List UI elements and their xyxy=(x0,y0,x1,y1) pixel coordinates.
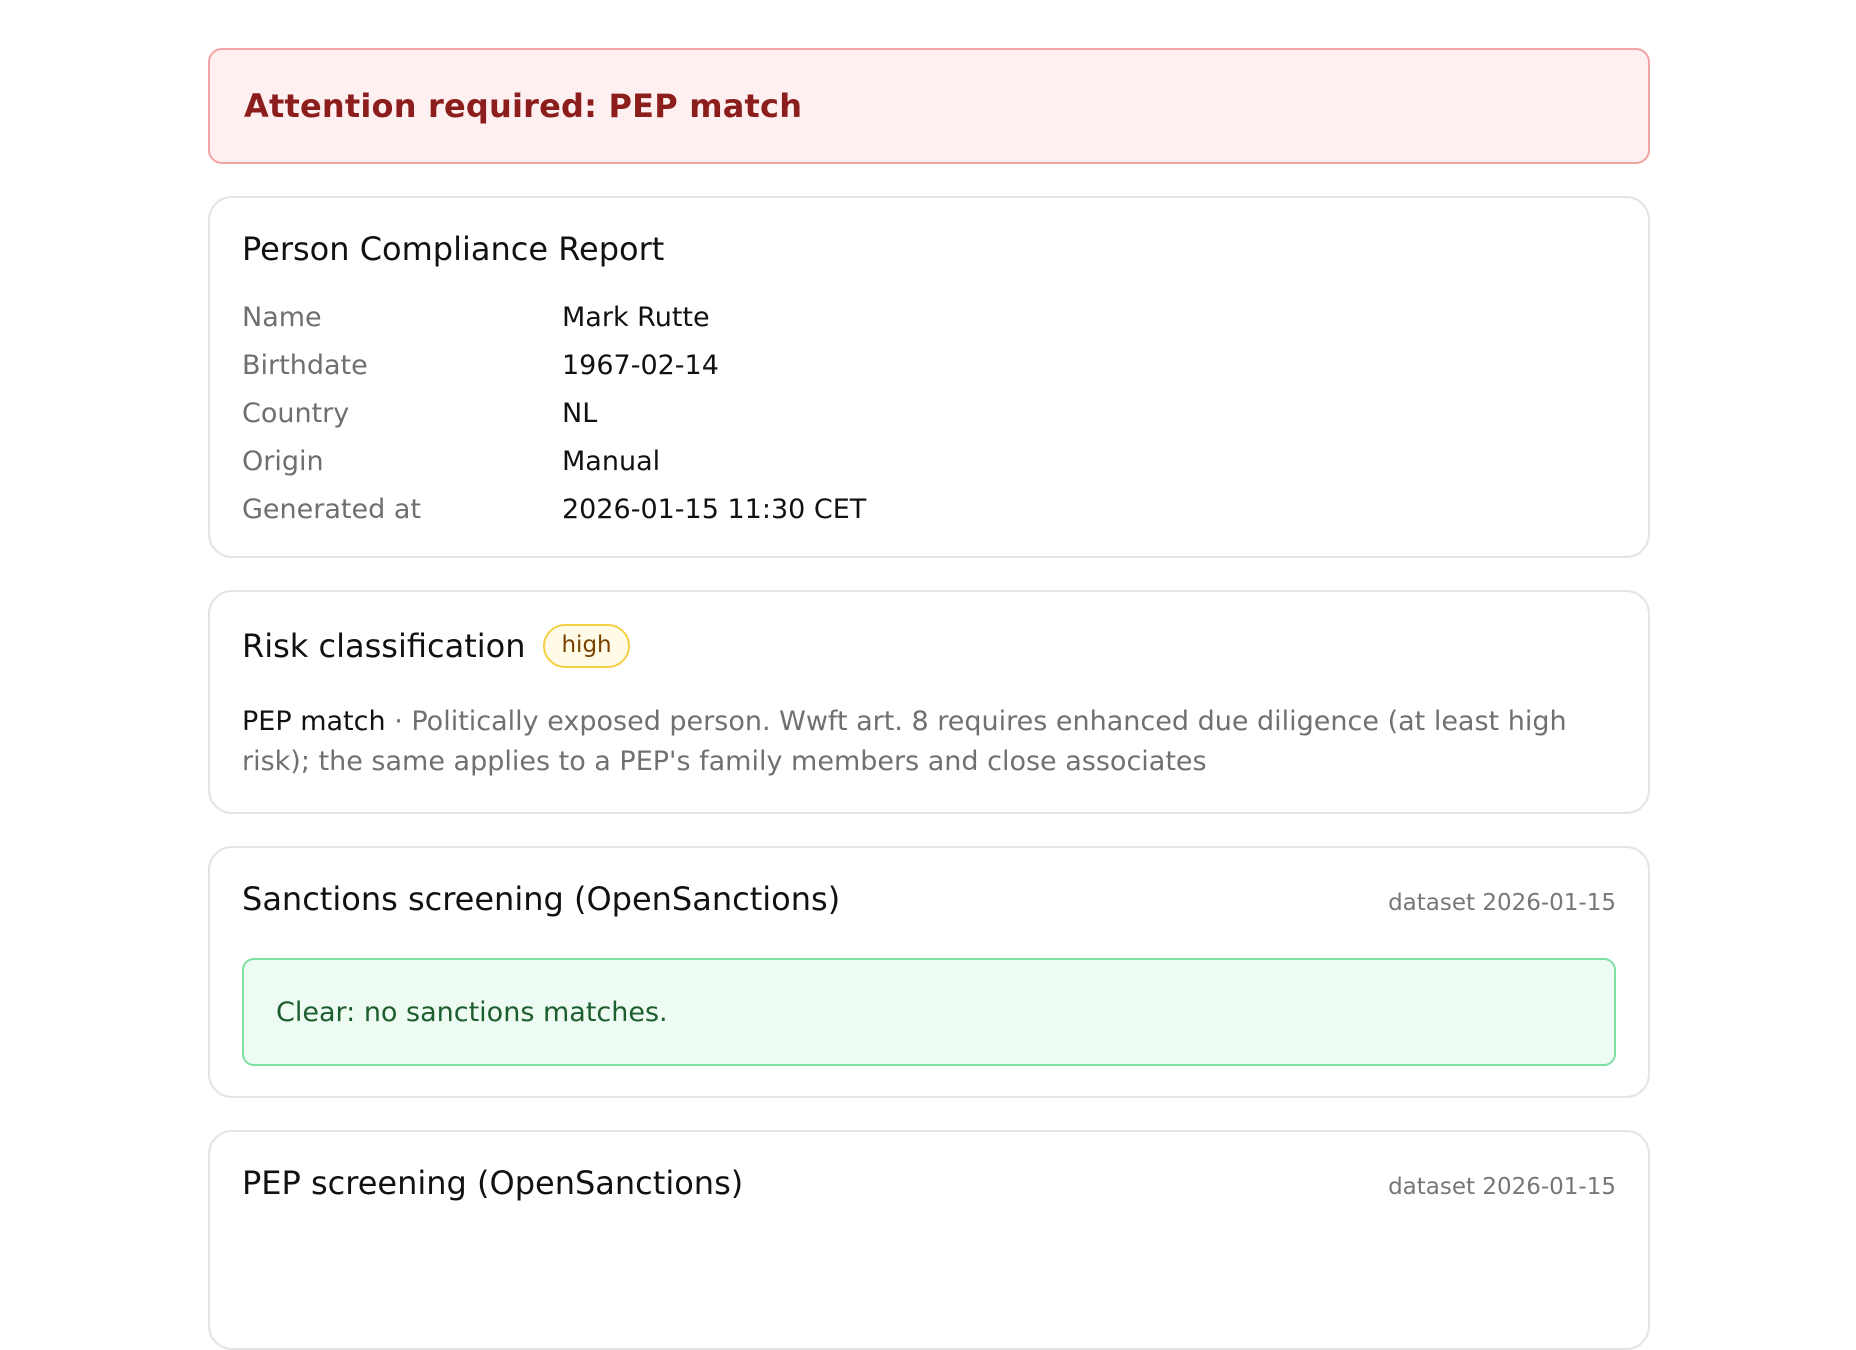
detail-value-name: Mark Rutte xyxy=(562,302,710,333)
detail-label-generated-at: Generated at xyxy=(242,494,421,525)
pep-dataset-date: dataset 2026-01-15 xyxy=(1388,1174,1616,1200)
detail-label-name: Name xyxy=(242,302,322,333)
pep-title: PEP screening (OpenSanctions) xyxy=(242,1164,744,1202)
risk-reason-label: PEP match xyxy=(242,706,386,737)
sanctions-screening-card: Sanctions screening (OpenSanctions) data… xyxy=(208,846,1650,1098)
risk-classification-card: Risk classification high PEP match · Pol… xyxy=(208,590,1650,814)
detail-value-origin: Manual xyxy=(562,446,661,477)
risk-title: Risk classification xyxy=(242,627,526,665)
risk-separator: · xyxy=(385,706,412,737)
report-details-card: Person Compliance Report Name Mark Rutte… xyxy=(208,196,1650,558)
report-title: Person Compliance Report xyxy=(242,230,665,268)
detail-value-birthdate: 1967-02-14 xyxy=(562,350,719,381)
details-list: Name Mark Rutte Birthdate 1967-02-14 Cou… xyxy=(242,302,1616,526)
sanctions-header: Sanctions screening (OpenSanctions) data… xyxy=(242,880,1616,918)
detail-label-origin: Origin xyxy=(242,446,324,477)
report-container: Attention required: PEP match Person Com… xyxy=(208,48,1650,1350)
detail-value-generated-at: 2026-01-15 11:30 CET xyxy=(562,494,867,525)
detail-value-country: NL xyxy=(562,398,598,429)
sanctions-dataset-date: dataset 2026-01-15 xyxy=(1388,890,1616,916)
alert-text: Attention required: PEP match xyxy=(244,87,803,125)
pep-screening-card: PEP screening (OpenSanctions) dataset 20… xyxy=(208,1130,1650,1350)
sanctions-clear-notice: Clear: no sanctions matches. xyxy=(242,958,1616,1066)
pep-header: PEP screening (OpenSanctions) dataset 20… xyxy=(242,1164,1616,1202)
sanctions-title: Sanctions screening (OpenSanctions) xyxy=(242,880,841,918)
sanctions-status-text: Clear: no sanctions matches. xyxy=(276,996,668,1028)
risk-reason-text: Politically exposed person. Wwft art. 8 … xyxy=(242,706,1567,777)
pep-alert-banner: Attention required: PEP match xyxy=(208,48,1650,164)
risk-level-badge: high xyxy=(543,624,630,668)
risk-header: Risk classification high xyxy=(242,624,1616,668)
detail-label-birthdate: Birthdate xyxy=(242,350,368,381)
detail-label-country: Country xyxy=(242,398,350,429)
risk-description: PEP match · Politically exposed person. … xyxy=(242,702,1616,782)
